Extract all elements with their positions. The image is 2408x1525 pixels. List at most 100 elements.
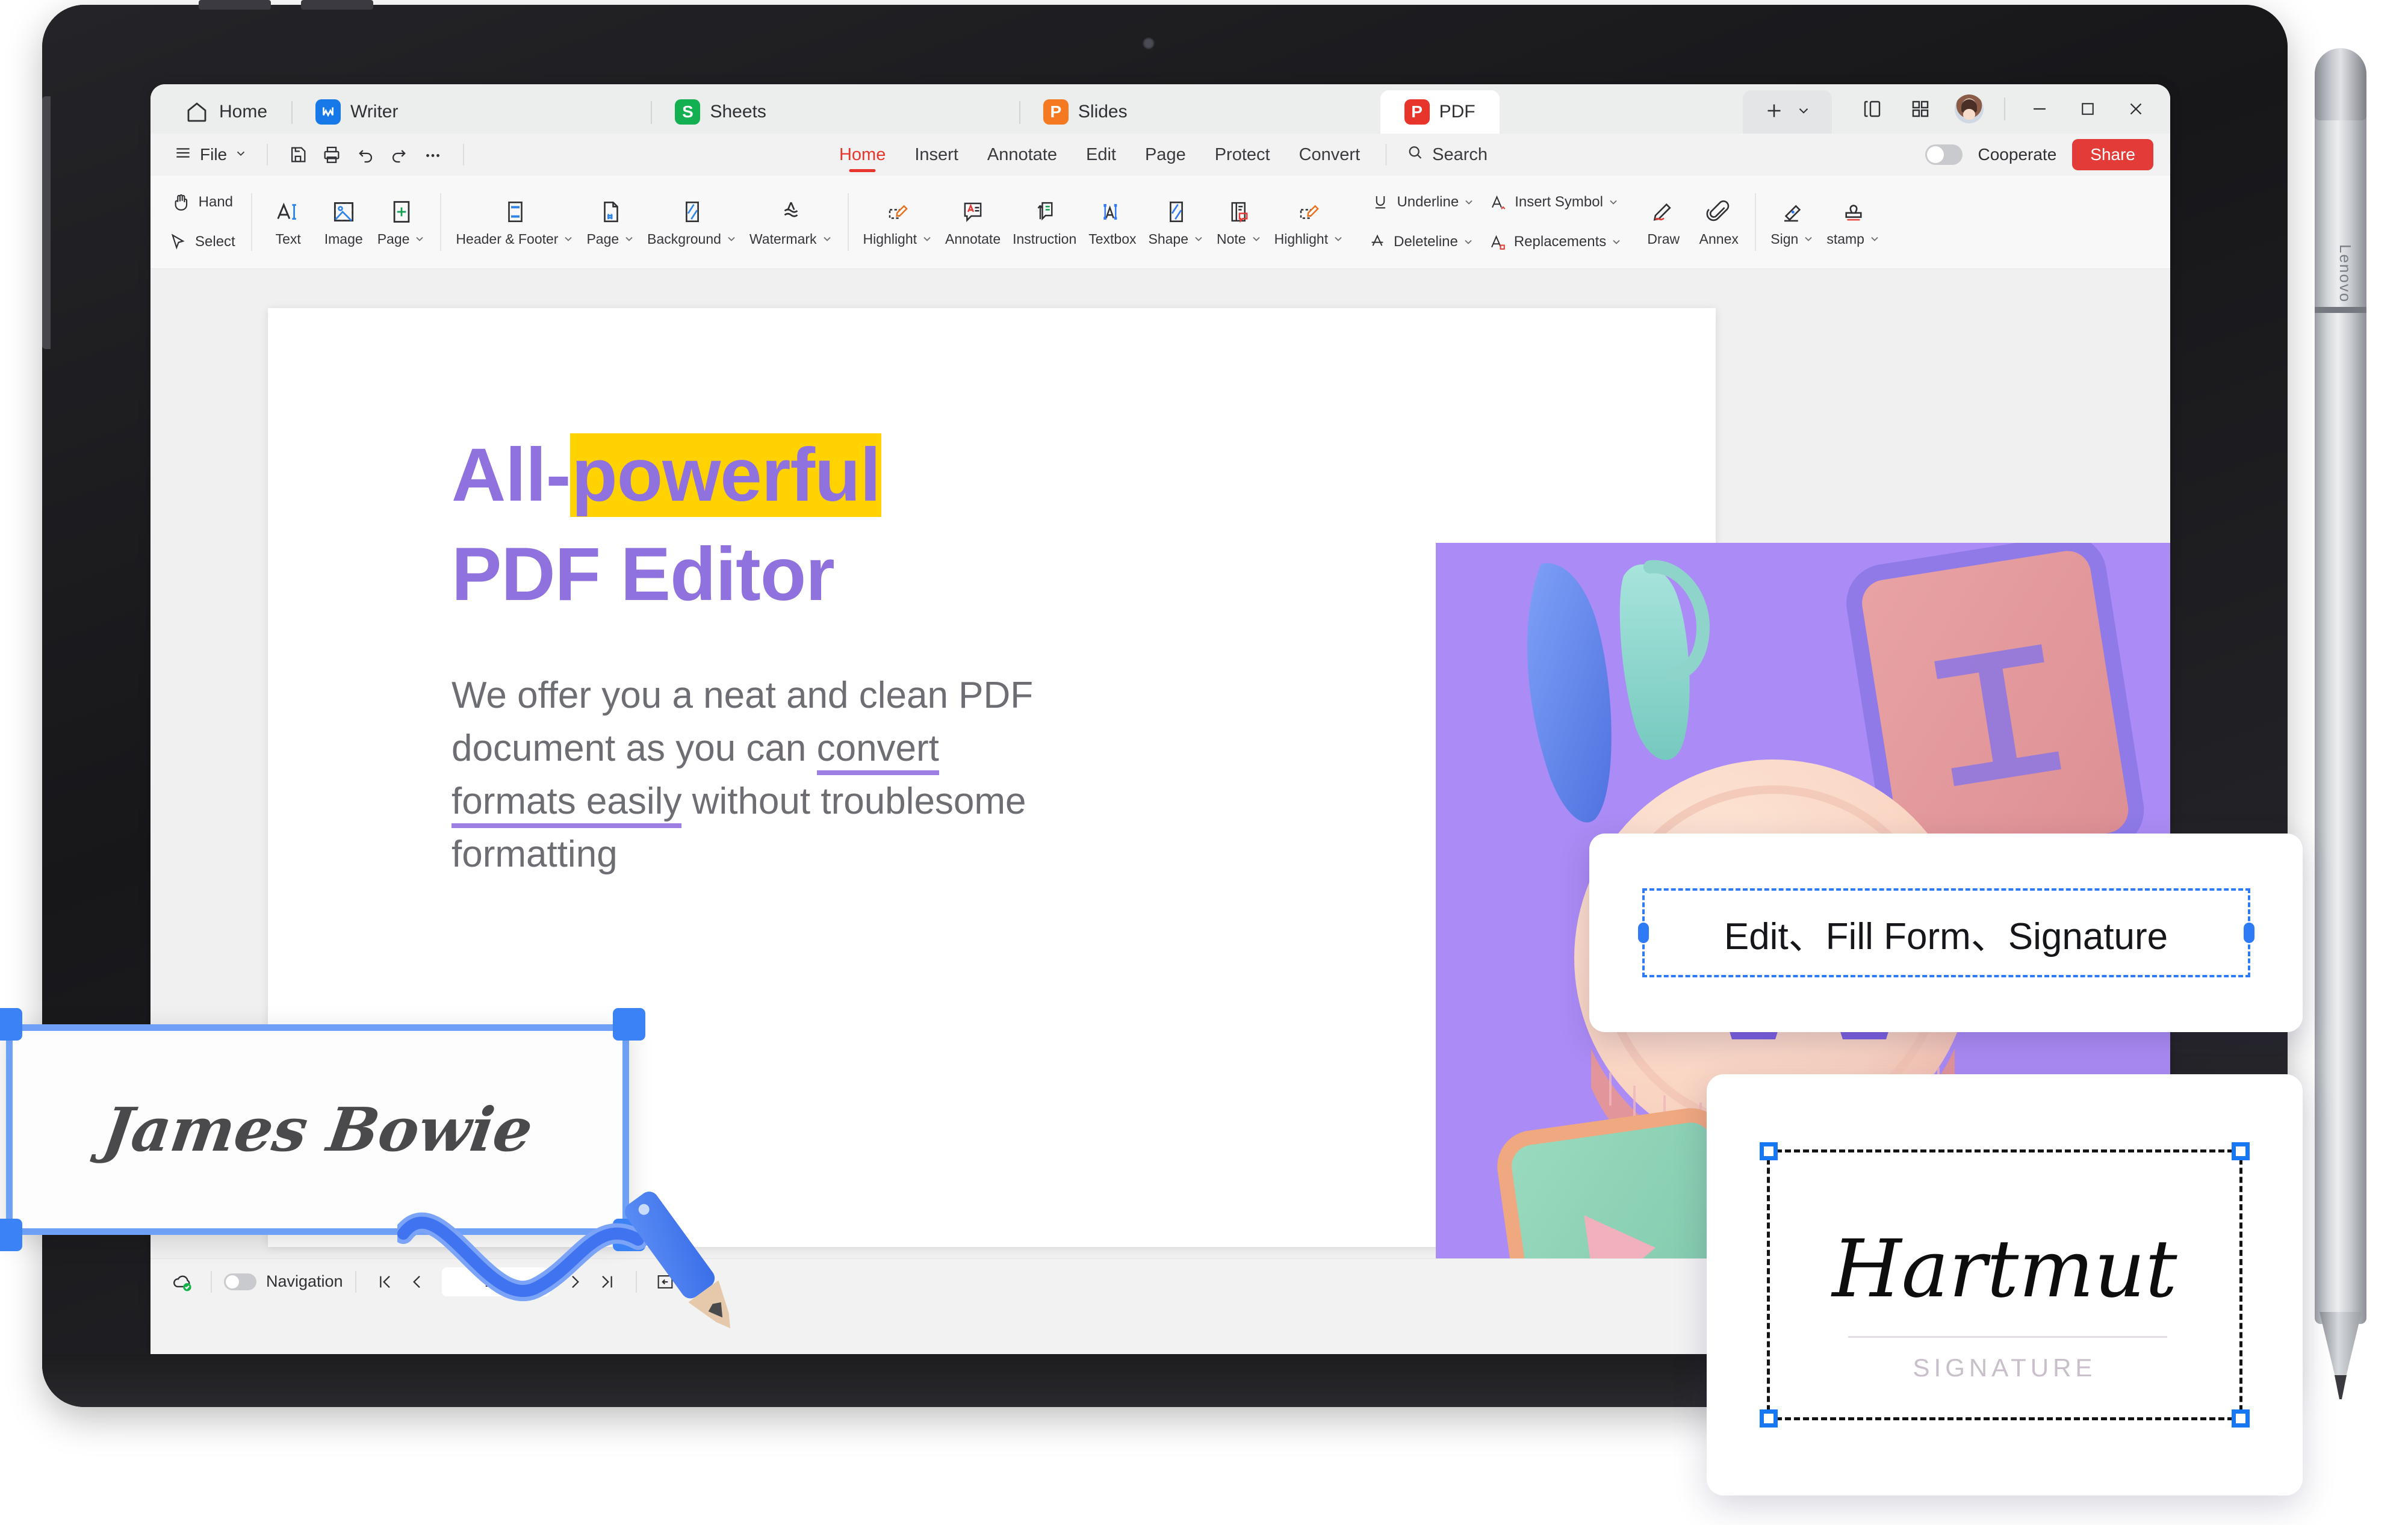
print-icon[interactable] bbox=[315, 139, 349, 170]
search-button[interactable]: Search bbox=[1397, 143, 1496, 166]
ribbon-annotate-button[interactable]: Annotate bbox=[939, 194, 1007, 251]
ribbon-tab-insert[interactable]: Insert bbox=[900, 134, 973, 176]
paperclip-icon bbox=[1706, 197, 1731, 226]
ribbon-header-footer-label: Header & Footer bbox=[456, 231, 574, 247]
chevron-down-icon bbox=[565, 237, 573, 241]
ribbon-insert-symbol-button[interactable]: Insert Symbol bbox=[1482, 184, 1627, 220]
ribbon-instruction-button[interactable]: Instruction bbox=[1007, 194, 1082, 251]
tab-writer[interactable]: Writer bbox=[291, 90, 422, 134]
chevron-down-icon bbox=[728, 237, 735, 241]
search-divider bbox=[1385, 144, 1387, 165]
header-footer-icon bbox=[503, 197, 528, 226]
writer-icon bbox=[315, 99, 341, 125]
stylus-pen[interactable]: Lenovo bbox=[2315, 24, 2366, 1399]
ribbon-text-button[interactable]: Text bbox=[261, 194, 316, 251]
selection-handle-top-right[interactable] bbox=[613, 1008, 645, 1041]
previous-view-icon[interactable] bbox=[649, 1267, 681, 1297]
signature-overlay-card[interactable]: Hartmut SIGNATURE bbox=[1707, 1074, 2303, 1496]
hamburger-icon bbox=[173, 143, 193, 167]
split-view-icon[interactable] bbox=[1850, 90, 1894, 128]
cooperate-toggle[interactable] bbox=[1925, 144, 1963, 165]
ribbon-tab-annotate[interactable]: Annotate bbox=[973, 134, 1072, 176]
chevron-down-icon bbox=[1252, 237, 1260, 241]
maximize-icon[interactable] bbox=[2065, 90, 2110, 128]
sheets-icon: S bbox=[675, 99, 701, 125]
ribbon-tab-page[interactable]: Page bbox=[1131, 134, 1200, 176]
next-view-icon[interactable] bbox=[681, 1267, 714, 1297]
selection-handle-left[interactable] bbox=[1637, 923, 1649, 943]
new-tab-button[interactable] bbox=[1743, 90, 1832, 134]
ribbon-replacements-button[interactable]: Replacements bbox=[1482, 224, 1630, 260]
redo-icon[interactable] bbox=[382, 139, 416, 170]
file-menu-button[interactable]: File bbox=[167, 140, 253, 170]
ribbon-watermark-button[interactable]: Watermark bbox=[743, 194, 839, 251]
ribbon-annex-button[interactable]: Annex bbox=[1691, 194, 1746, 251]
ribbon-underline-button[interactable]: Underline bbox=[1364, 184, 1482, 220]
ribbon-note-button[interactable]: Note bbox=[1211, 194, 1268, 251]
ribbon-highlight-button[interactable]: Highlight bbox=[857, 194, 940, 251]
selection-handle-right[interactable] bbox=[2243, 923, 2254, 943]
watermark-icon bbox=[778, 197, 804, 226]
stamp-icon bbox=[1841, 197, 1866, 226]
textbox-overlay-card[interactable]: Edit、Fill Form、Signature bbox=[1589, 834, 2303, 1032]
ribbon-sign-button[interactable]: Sign bbox=[1764, 194, 1820, 251]
selection-handle-bottom-right[interactable] bbox=[613, 1219, 645, 1251]
next-page-icon[interactable] bbox=[559, 1267, 591, 1297]
ribbon-group-layout: Header & Footer Page Background Watermar… bbox=[450, 186, 839, 258]
ribbon-select-tool[interactable]: Select bbox=[161, 224, 243, 260]
tab-home[interactable]: Home bbox=[160, 90, 291, 134]
selection-handle-top-left[interactable] bbox=[0, 1008, 22, 1041]
ribbon-textbox-button[interactable]: Textbox bbox=[1082, 194, 1142, 251]
ribbon-deleteline-button[interactable]: Deleteline bbox=[1361, 224, 1482, 260]
selection-handle-bottom-left[interactable] bbox=[0, 1219, 22, 1251]
textbox-selection-frame[interactable]: Edit、Fill Form、Signature bbox=[1637, 888, 2254, 977]
ribbon-annotate-label: Annotate bbox=[945, 230, 1001, 247]
ribbon-background-button[interactable]: Background bbox=[641, 194, 743, 251]
ribbon-shape-button[interactable]: Shape bbox=[1143, 194, 1211, 251]
signature-selection-frame[interactable]: Hartmut SIGNATURE bbox=[1760, 1142, 2250, 1428]
underline-icon bbox=[1371, 188, 1389, 217]
tab-sheets[interactable]: S Sheets bbox=[651, 90, 790, 134]
selection-handle-bottom-left[interactable] bbox=[1760, 1409, 1778, 1428]
ribbon-draw-button[interactable]: Draw bbox=[1636, 194, 1691, 251]
ribbon-page-insert-button[interactable]: Page bbox=[371, 194, 432, 251]
bowie-signature-card[interactable]: James Bowie bbox=[0, 1008, 645, 1251]
selection-handle-bottom-right[interactable] bbox=[2232, 1409, 2250, 1428]
ribbon-tab-edit[interactable]: Edit bbox=[1072, 134, 1131, 176]
save-icon[interactable] bbox=[281, 139, 315, 170]
navigation-toggle[interactable] bbox=[224, 1273, 256, 1290]
ribbon-page-number-button[interactable]: Page bbox=[580, 194, 641, 251]
prev-page-icon[interactable] bbox=[401, 1267, 433, 1297]
ribbon-tab-convert[interactable]: Convert bbox=[1285, 134, 1375, 176]
undo-icon[interactable] bbox=[349, 139, 382, 170]
first-page-icon[interactable] bbox=[368, 1267, 401, 1297]
tab-slides[interactable]: P Slides bbox=[1019, 90, 1152, 134]
tablet-volume-button[interactable] bbox=[199, 0, 271, 10]
close-icon[interactable] bbox=[2114, 90, 2158, 128]
ribbon-hand-tool[interactable]: Hand bbox=[164, 184, 240, 220]
last-page-icon[interactable] bbox=[591, 1267, 624, 1297]
selection-handle-top-left[interactable] bbox=[1760, 1142, 1778, 1160]
ribbon-tab-home[interactable]: Home bbox=[825, 134, 900, 176]
share-button[interactable]: Share bbox=[2072, 139, 2153, 170]
text-insert-icon bbox=[275, 197, 302, 226]
ribbon-highlight2-button[interactable]: Highlight bbox=[1268, 194, 1351, 251]
minimize-icon[interactable] bbox=[2017, 90, 2062, 128]
ribbon-image-button[interactable]: Image bbox=[316, 194, 371, 251]
more-options-icon[interactable] bbox=[416, 139, 450, 170]
page-number-input[interactable]: 1/1 bbox=[441, 1267, 550, 1296]
user-avatar[interactable] bbox=[1955, 94, 1984, 123]
ribbon-stamp-button[interactable]: stamp bbox=[1820, 194, 1887, 251]
cloud-synced-icon[interactable] bbox=[166, 1267, 199, 1297]
ribbon-image-label: Image bbox=[324, 230, 363, 247]
status-divider-2 bbox=[355, 1270, 356, 1293]
search-label: Search bbox=[1432, 144, 1488, 164]
ribbon-tab-protect[interactable]: Protect bbox=[1200, 134, 1285, 176]
ribbon-header-footer-button[interactable]: Header & Footer bbox=[450, 194, 580, 251]
chevron-down-icon bbox=[1610, 200, 1617, 205]
tablet-power-button[interactable] bbox=[301, 0, 373, 10]
grid-apps-icon[interactable] bbox=[1898, 90, 1943, 128]
draw-pencil-icon bbox=[1651, 197, 1676, 226]
selection-handle-top-right[interactable] bbox=[2232, 1142, 2250, 1160]
tab-pdf[interactable]: P PDF bbox=[1380, 90, 1500, 134]
